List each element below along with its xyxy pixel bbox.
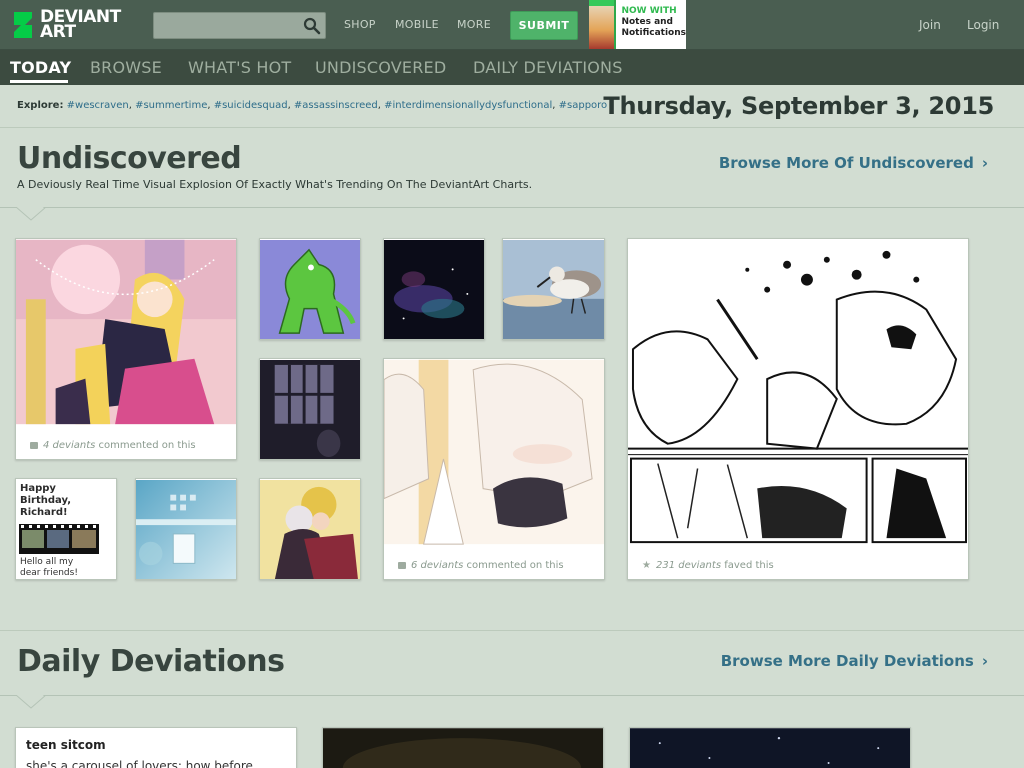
- undiscovered-subtitle: A Deviously Real Time Visual Explosion O…: [17, 178, 533, 191]
- deviation-thumb[interactable]: [135, 478, 237, 580]
- deviation-thumb[interactable]: [259, 478, 361, 580]
- deviation-thumb[interactable]: [502, 238, 605, 340]
- undiscovered-title: Undiscovered: [17, 141, 242, 176]
- deviation-thumb[interactable]: [322, 727, 604, 768]
- anime-girl-artwork: [16, 239, 236, 425]
- section-rule: [0, 695, 1024, 696]
- filmstrip-artwork: [19, 524, 99, 554]
- promo-text: NOW WITH Notes and Notifications: [621, 6, 686, 38]
- manga-boys-artwork: [384, 359, 604, 545]
- divider: [0, 127, 1024, 128]
- deviation-thumb[interactable]: Happy Birthday, Richard! Hello all my de…: [15, 478, 117, 580]
- nav-more[interactable]: MORE: [457, 18, 491, 31]
- prison-window-artwork: [260, 360, 360, 459]
- top-bar: DEVIANT ART SHOP MOBILE MORE SUBMIT NOW …: [0, 0, 1024, 50]
- deviation-thumb[interactable]: [259, 358, 361, 460]
- tag-link[interactable]: #summertime: [135, 100, 207, 111]
- comic-battle-artwork: [628, 239, 968, 545]
- nav-shop[interactable]: SHOP: [344, 18, 376, 31]
- join-link[interactable]: Join: [919, 18, 941, 32]
- section-tabs: TODAY BROWSE WHAT'S HOT UNDISCOVERED DAI…: [0, 50, 1024, 85]
- browse-more-daily-link[interactable]: Browse More Daily Deviations ›: [721, 652, 988, 670]
- notch-outline: [16, 207, 46, 221]
- night-sky-artwork: [630, 728, 910, 768]
- deviantart-logo[interactable]: DEVIANT ART: [12, 8, 121, 42]
- tab-whats-hot[interactable]: WHAT'S HOT: [188, 58, 291, 77]
- deviation-thumb[interactable]: [629, 727, 911, 768]
- desktop-theme-artwork: [136, 480, 236, 579]
- active-tab-indicator: [10, 80, 68, 83]
- literature-excerpt: she's a carousel of lovers; how before: [26, 759, 253, 768]
- tab-undiscovered[interactable]: UNDISCOVERED: [315, 58, 446, 77]
- phone-icon: [589, 0, 617, 49]
- deviantart-logo-icon: [12, 10, 34, 40]
- comment-icon: [30, 441, 38, 449]
- embrace-artwork: [260, 480, 360, 579]
- tab-browse[interactable]: BROWSE: [90, 58, 162, 77]
- tag-link[interactable]: #wescraven: [67, 100, 129, 111]
- tag-link[interactable]: #assassinscreed: [294, 100, 378, 111]
- deviation-thumb[interactable]: [259, 238, 361, 340]
- notch-outline: [16, 695, 46, 709]
- daily-deviations-title: Daily Deviations: [17, 644, 285, 679]
- literature-title: teen sitcom: [26, 738, 106, 752]
- nav-mobile[interactable]: MOBILE: [395, 18, 439, 31]
- tab-today[interactable]: TODAY: [10, 58, 71, 77]
- comment-count: 4 deviants commented on this: [30, 440, 196, 451]
- birthday-note: Hello all my dear friends!: [20, 557, 78, 578]
- star-icon: ★: [642, 560, 651, 571]
- literature-card[interactable]: teen sitcom she's a carousel of lovers; …: [15, 727, 297, 768]
- submit-button[interactable]: SUBMIT: [510, 11, 578, 40]
- tab-daily-deviations[interactable]: DAILY DEVIATIONS: [473, 58, 623, 77]
- deviation-thumb[interactable]: 4 deviants commented on this: [15, 238, 237, 460]
- section-rule: [0, 207, 1024, 208]
- notifications-promo[interactable]: NOW WITH Notes and Notifications: [589, 0, 686, 49]
- green-monster-artwork: [260, 240, 360, 339]
- crescent-moon-artwork: [323, 728, 603, 768]
- logo-wordmark: DEVIANT ART: [40, 7, 121, 42]
- tag-link[interactable]: #suicidesquad: [214, 100, 288, 111]
- browse-more-undiscovered-link[interactable]: Browse More Of Undiscovered ›: [719, 154, 988, 172]
- tag-link[interactable]: #interdimensionallydysfunctional: [384, 100, 552, 111]
- comment-icon: [398, 561, 406, 569]
- sandpiper-artwork: [503, 239, 604, 339]
- search-input[interactable]: [154, 13, 299, 38]
- birthday-title: Happy Birthday, Richard!: [20, 483, 72, 518]
- search-box[interactable]: [153, 12, 326, 39]
- chevron-right-icon: ›: [981, 154, 988, 172]
- fave-count: ★ 231 deviants faved this: [642, 560, 774, 571]
- search-icon[interactable]: [303, 17, 321, 35]
- deviation-thumb[interactable]: [383, 238, 485, 340]
- explore-tags: Explore: #wescraven, #summertime, #suici…: [17, 100, 608, 111]
- page-date: Thursday, September 3, 2015: [603, 92, 994, 120]
- deviation-thumb[interactable]: ★ 231 deviants faved this: [627, 238, 969, 580]
- tag-link[interactable]: #sapporo: [559, 100, 608, 111]
- chevron-right-icon: ›: [981, 652, 988, 670]
- explore-label: Explore:: [17, 100, 64, 111]
- comment-count: 6 deviants commented on this: [398, 560, 564, 571]
- nebula-artwork: [384, 240, 484, 339]
- deviation-thumb[interactable]: 6 deviants commented on this: [383, 358, 605, 580]
- divider: [0, 630, 1024, 631]
- login-link[interactable]: Login: [967, 18, 999, 32]
